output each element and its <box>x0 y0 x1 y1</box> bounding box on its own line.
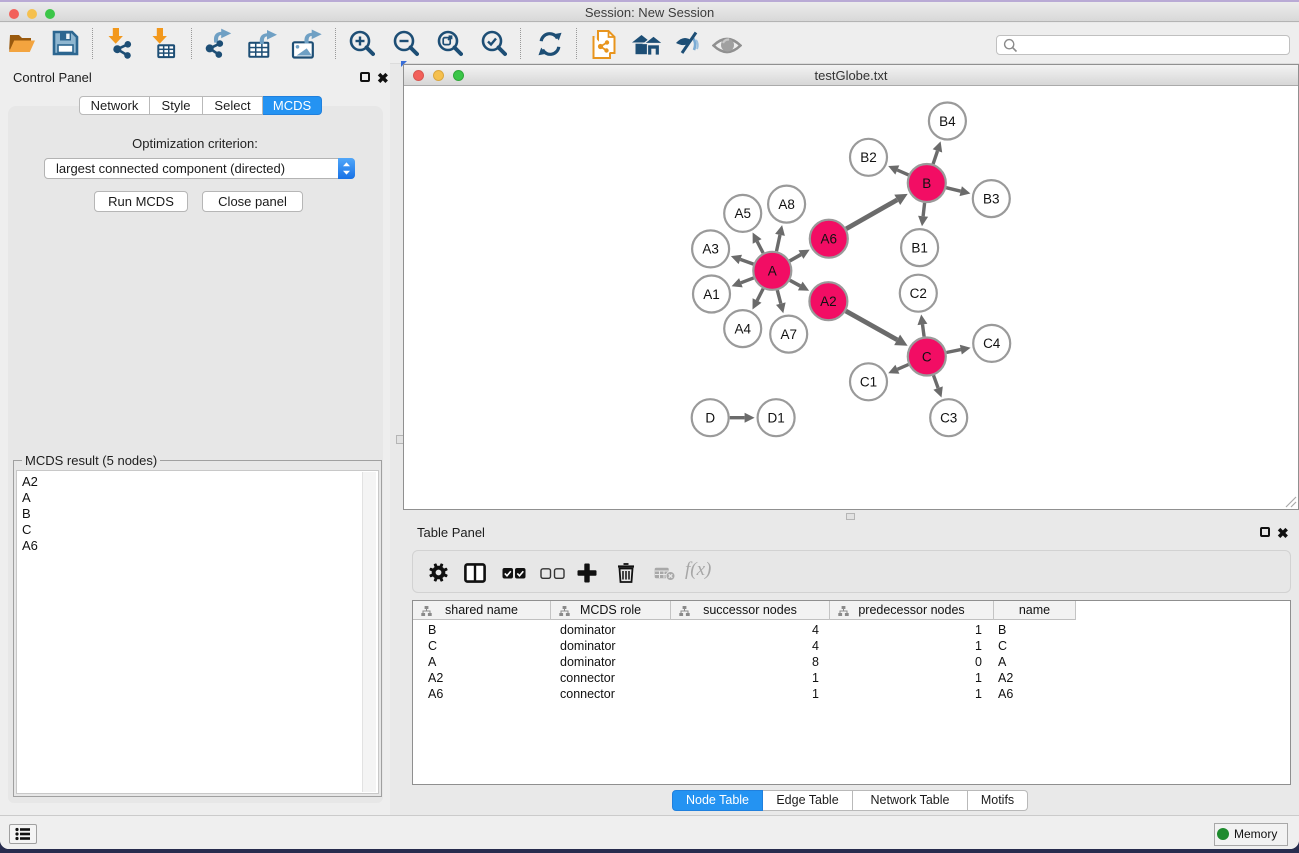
svg-text:C2: C2 <box>910 286 927 301</box>
svg-text:C: C <box>922 349 932 364</box>
svg-text:C3: C3 <box>940 411 957 426</box>
svg-text:A6: A6 <box>821 232 838 247</box>
svg-text:A8: A8 <box>778 197 795 212</box>
svg-text:D1: D1 <box>767 411 784 426</box>
svg-text:A7: A7 <box>780 327 797 342</box>
svg-text:B2: B2 <box>860 150 877 165</box>
svg-text:A1: A1 <box>703 287 720 302</box>
svg-text:B: B <box>922 176 931 191</box>
svg-text:B4: B4 <box>939 114 956 129</box>
svg-text:B1: B1 <box>911 240 928 255</box>
svg-text:A2: A2 <box>820 294 837 309</box>
svg-text:B3: B3 <box>983 191 1000 206</box>
svg-text:D: D <box>705 411 715 426</box>
svg-text:A3: A3 <box>702 242 719 257</box>
svg-text:C1: C1 <box>860 375 877 390</box>
svg-text:C4: C4 <box>983 336 1001 351</box>
svg-text:A: A <box>768 264 777 279</box>
svg-text:A5: A5 <box>734 206 751 221</box>
svg-text:A4: A4 <box>734 321 751 336</box>
